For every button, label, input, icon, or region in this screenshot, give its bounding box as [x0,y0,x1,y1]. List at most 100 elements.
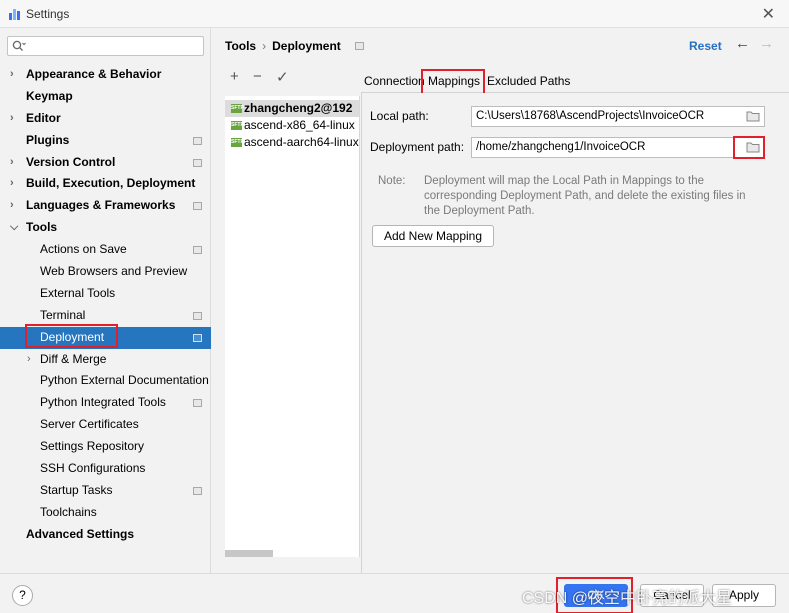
back-arrow-icon[interactable]: ← [735,35,750,52]
sidebar-item-python-integrated-tools[interactable]: Python Integrated Tools [0,392,211,414]
project-scope-icon [193,333,202,342]
sidebar-item-label: Toolchains [40,504,97,519]
apply-button[interactable]: Apply [712,584,776,607]
sidebar-item-appearance-behavior[interactable]: › Appearance & Behavior [0,64,211,86]
project-scope-icon [193,311,202,320]
ok-button[interactable]: OK [564,584,628,607]
sidebar-item-build-execution-deployment[interactable]: › Build, Execution, Deployment [0,173,211,195]
local-path-field[interactable]: C:\Users\18768\AscendProjects\InvoiceOCR [471,106,765,127]
server-item[interactable]: SFTP ascend-aarch64-linux [225,134,359,151]
help-button[interactable]: ? [12,585,33,606]
sidebar-item-label: Web Browsers and Preview [40,264,188,279]
chevron-right-icon[interactable]: › [10,195,14,217]
sidebar-item-terminal[interactable]: Terminal [0,305,211,327]
local-path-label: Local path: [370,109,429,123]
chevron-down-icon[interactable]: ⌵ [10,217,18,239]
project-scope-icon [193,136,202,145]
sidebar-item-label: Languages & Frameworks [26,198,176,213]
sidebar-item-label: Build, Execution, Deployment [26,176,196,191]
sidebar-item-keymap[interactable]: Keymap [0,86,211,108]
forward-arrow-icon[interactable]: → [759,35,774,52]
sidebar-item-languages-frameworks[interactable]: › Languages & Frameworks [0,195,211,217]
sidebar-item-version-control[interactable]: › Version Control [0,152,211,174]
sidebar-item-tools[interactable]: ⌵ Tools [0,217,211,239]
server-item[interactable]: SFTP zhangcheng2@192 [225,100,359,117]
project-scope-icon [355,42,364,50]
deployment-path-value: /home/zhangcheng1/InvoiceOCR [476,141,646,153]
sidebar-item-label: Appearance & Behavior [26,67,162,81]
server-list-items: SFTP zhangcheng2@192 SFTP ascend-x86_64-lin… [225,100,359,151]
server-item[interactable]: SFTP ascend-x86_64-linux [225,117,359,134]
mappings-panel: Local path: C:\Users\18768\AscendProject… [361,93,789,573]
deployment-path-label: Deployment path: [370,140,465,154]
sidebar-item-startup-tasks[interactable]: Startup Tasks [0,480,211,502]
sidebar-item-plugins[interactable]: Plugins [0,130,211,152]
server-list-scrollbar[interactable] [225,550,273,557]
tab-excluded-paths[interactable]: Excluded Paths [487,70,570,92]
sidebar-item-label: Plugins [26,132,70,147]
project-scope-icon [193,399,202,408]
search-icon [12,40,26,51]
sidebar-item-label: Settings Repository [40,439,145,454]
close-icon[interactable]: ✕ [762,4,775,24]
sidebar-item-ssh-configurations[interactable]: SSH Configurations [0,458,211,480]
remove-server-button[interactable]: − [253,68,262,85]
sidebar-item-label: External Tools [40,285,116,300]
local-path-value: C:\Users\18768\AscendProjects\InvoiceOCR [476,110,705,122]
chevron-right-icon[interactable]: › [27,349,31,371]
tab-connection[interactable]: Connection [364,70,425,92]
server-name: ascend-x86_64-linux [244,118,355,132]
project-scope-icon [193,202,202,211]
reset-button[interactable]: Reset [689,39,722,53]
sidebar-item-label: Advanced Settings [26,526,135,541]
server-name: ascend-aarch64-linux [244,135,359,149]
note-line: corresponding Deployment Path, and delet… [424,190,746,202]
sidebar-item-deployment[interactable]: Deployment [0,326,211,349]
add-server-button[interactable]: + [230,68,239,85]
breadcrumb-deployment: Deployment [272,39,341,53]
sidebar-item-settings-repository[interactable]: Settings Repository [0,436,211,458]
sidebar-item-server-certificates[interactable]: Server Certificates [0,414,211,436]
sidebar-item-label: Terminal [40,307,86,322]
settings-tree: › Appearance & Behavior Keymap › Editor Plugi… [0,64,211,546]
breadcrumb-separator: › [262,39,267,53]
dialog-footer: ? OK Cancel Apply CSDN @夜空中卧亮的派大星 [0,573,789,613]
browse-folder-icon[interactable] [746,141,760,153]
sidebar-item-advanced-settings[interactable]: Advanced Settings [0,524,211,546]
server-name: zhangcheng2@192 [244,101,353,115]
sidebar-item-external-tools[interactable]: External Tools [0,283,211,305]
tab-mappings[interactable]: Mappings [428,70,480,92]
note-text: Deployment will map the Local Path in Ma… [424,174,784,219]
chevron-right-icon[interactable]: › [10,173,14,195]
sidebar-item-python-external-documentation[interactable]: Python External Documentation [0,370,211,392]
main-panel: Tools › Deployment Reset ← → + − ✓ SFTP zha… [212,28,789,573]
sidebar-item-diff-merge[interactable]: › Diff & Merge [0,349,211,371]
server-list: SFTP zhangcheng2@192 SFTP ascend-x86_64-lin… [225,96,360,557]
set-default-check-button[interactable]: ✓ [276,68,289,86]
sidebar-item-label: Python External Documentation [40,373,209,388]
sidebar-item-web-browsers-and-preview[interactable]: Web Browsers and Preview [0,261,211,283]
chevron-right-icon[interactable]: › [10,152,14,174]
window-title: Settings [26,7,70,21]
chevron-right-icon[interactable]: › [10,64,14,86]
sidebar-item-label: Startup Tasks [40,482,113,497]
sidebar-item-actions-on-save[interactable]: Actions on Save [0,239,211,261]
breadcrumb-tools[interactable]: Tools [225,39,256,53]
project-scope-icon [193,486,202,495]
search-input[interactable] [7,36,204,56]
sidebar-item-label: Diff & Merge [40,351,107,366]
sidebar-item-label: Version Control [26,154,116,169]
sidebar-item-toolchains[interactable]: Toolchains [0,502,211,524]
sidebar-item-label: Actions on Save [40,242,127,257]
cancel-button[interactable]: Cancel [640,584,704,607]
folder-icon[interactable] [746,110,760,122]
sidebar-item-editor[interactable]: › Editor [0,108,211,130]
sftp-icon: SFTP [231,138,244,147]
chevron-right-icon[interactable]: › [10,108,14,130]
project-scope-icon [193,158,202,167]
add-new-mapping-button[interactable]: Add New Mapping [372,225,494,247]
note-line: Deployment will map the Local Path in Ma… [424,175,704,187]
sftp-icon: SFTP [231,121,244,130]
settings-sidebar: › Appearance & Behavior Keymap › Editor Plugi… [0,28,211,573]
deployment-path-field[interactable]: /home/zhangcheng1/InvoiceOCR [471,137,765,158]
